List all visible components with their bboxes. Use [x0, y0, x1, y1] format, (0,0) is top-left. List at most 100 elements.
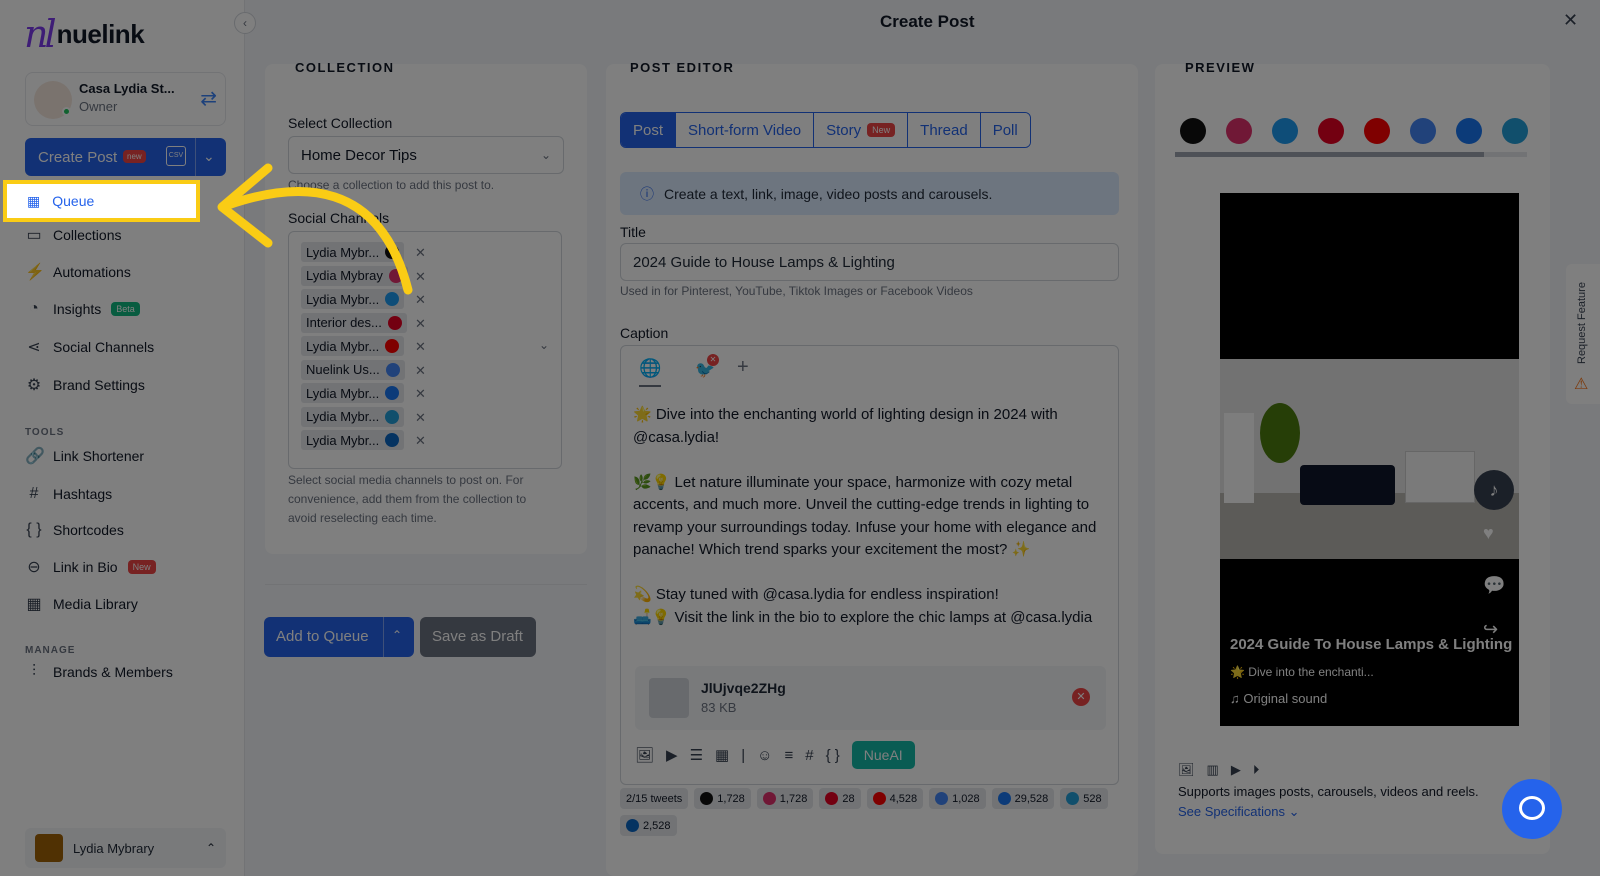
channels-multiselect[interactable]: Lydia Mybr... ✕ Lydia Mybray ✕ Lydia Mybr...…: [288, 231, 562, 469]
document-icon[interactable]: ☰: [690, 746, 703, 764]
sidebar-item-social-channels[interactable]: ⋖ Social Channels: [25, 332, 154, 362]
create-post-button[interactable]: Create Post new CSV ⌄: [25, 138, 226, 176]
platform-icon: [825, 792, 839, 805]
chat-bubble-icon: [1519, 796, 1545, 820]
pie-chart-icon: ◔: [29, 300, 39, 317]
channel-chip-label: Lydia Mybr...: [306, 291, 380, 307]
channel-chip-label: Lydia Mybr...: [306, 409, 380, 424]
gallery-icon[interactable]: ▦: [715, 746, 729, 764]
sidebar: nl nuelink Casa Lydia St... Owner ⇄ Crea…: [0, 0, 245, 876]
manage-section-header: MANAGE: [25, 645, 76, 656]
sidebar-item-collections[interactable]: ▭ Collections: [25, 220, 121, 250]
image-icon[interactable]: 🖼: [635, 746, 654, 764]
info-text: Create a text, link, image, video posts …: [664, 185, 993, 202]
tiktok-avatar-icon: ♪: [1474, 470, 1514, 510]
sliders-icon: ⫶: [31, 663, 36, 680]
pinterest-icon[interactable]: [1318, 118, 1344, 144]
remove-channel-icon[interactable]: ✕: [415, 269, 426, 285]
sidebar-item-link-in-bio[interactable]: ⊖ Link in Bio New: [25, 552, 156, 582]
nuelink-logo[interactable]: nl nuelink: [24, 12, 145, 56]
remove-channel-icon[interactable]: ✕: [415, 339, 426, 355]
facebook-icon[interactable]: [1456, 118, 1482, 144]
char-count-label: 1,728: [779, 792, 808, 805]
youtube-icon[interactable]: [1364, 118, 1390, 144]
sidebar-item-brands-members[interactable]: ⫶ Brands & Members: [25, 657, 173, 687]
channel-chip: Lydia Mybray: [301, 265, 408, 286]
sidebar-item-automations[interactable]: ⚡ Automations: [25, 257, 131, 287]
remove-channel-icon[interactable]: ✕: [415, 433, 426, 449]
scrollbar-thumb[interactable]: [1175, 152, 1484, 157]
remove-channel-icon[interactable]: ✕: [415, 245, 426, 261]
tab-thread[interactable]: Thread: [908, 113, 981, 147]
char-count-label: 2,528: [643, 819, 671, 832]
sidebar-item-shortcodes[interactable]: { } Shortcodes: [25, 515, 123, 545]
tiktok-icon[interactable]: [1180, 118, 1206, 144]
video-icon[interactable]: ▶: [666, 746, 678, 764]
caption-editor[interactable]: 🌐 🐦 ✕ + 🌟 Dive into the enchanting world…: [620, 345, 1119, 785]
tab-label: Poll: [992, 121, 1018, 139]
sidebar-item-link-shortener[interactable]: 🔗 Link Shortener: [25, 441, 144, 471]
account-name: Casa Lydia St...: [79, 81, 175, 96]
remove-channel-icon[interactable]: ✕: [415, 363, 426, 379]
tab-story[interactable]: Story New: [814, 113, 909, 147]
preview-image-door: [1224, 413, 1254, 503]
remove-channel-icon[interactable]: ✕: [415, 410, 426, 426]
add-to-queue-button[interactable]: Add to Queue ⌃: [264, 617, 414, 657]
chevron-down-icon[interactable]: ⌄: [539, 338, 549, 352]
logo-mark: nl: [24, 12, 57, 56]
twitter-icon[interactable]: [1272, 118, 1298, 144]
collapse-sidebar-button[interactable]: ‹: [234, 12, 256, 34]
tab-poll[interactable]: Poll: [980, 113, 1030, 147]
remove-channel-icon[interactable]: ✕: [415, 386, 426, 402]
account-switcher[interactable]: Casa Lydia St... Owner ⇄: [25, 72, 226, 126]
google-business-icon[interactable]: [1410, 118, 1436, 144]
title-input[interactable]: 2024 Guide to House Lamps & Lighting: [620, 243, 1119, 281]
remove-attachment-icon[interactable]: ✕: [1072, 688, 1090, 706]
csv-upload-icon[interactable]: CSV: [166, 146, 186, 166]
remove-channel-icon[interactable]: ✕: [415, 292, 426, 308]
chevron-up-icon[interactable]: ⌃: [392, 628, 402, 642]
sidebar-item-insights[interactable]: ◔ Insights Beta: [25, 294, 140, 324]
calendar-icon: ▦: [27, 192, 41, 209]
chevron-down-icon[interactable]: ⌄: [203, 148, 215, 165]
platform-icon: [997, 792, 1011, 805]
channel-platform-icon: [385, 409, 400, 424]
see-specifications-link[interactable]: See Specifications ⌄: [1178, 804, 1299, 820]
text-align-icon[interactable]: ≡: [784, 747, 793, 764]
telegram-icon[interactable]: [1502, 118, 1528, 144]
caption-toolbar: 🖼 ▶ ☰ ▦ | ☺ ≡ # { } NueAI: [635, 741, 915, 769]
sidebar-item-queue[interactable]: ▦ Queue: [3, 180, 200, 222]
channel-platform-icon: [385, 433, 400, 447]
tab-short-form-video[interactable]: Short-form Video: [676, 113, 815, 147]
hashtag-icon[interactable]: #: [805, 747, 813, 764]
braces-icon[interactable]: { }: [826, 747, 840, 764]
char-count-badge: 28: [819, 788, 861, 809]
instagram-icon[interactable]: [1226, 118, 1252, 144]
emoji-icon[interactable]: ☺: [757, 747, 772, 764]
platform-icon: [762, 792, 776, 805]
collection-select[interactable]: Home Decor Tips ⌄: [288, 136, 564, 174]
caption-text[interactable]: 🌟 Dive into the enchanting world of ligh…: [633, 404, 1111, 629]
link-icon: 🔗: [25, 448, 45, 465]
save-draft-button[interactable]: Save as Draft: [420, 617, 536, 657]
channel-chip-label: Lydia Mybr...: [306, 244, 380, 260]
tab-label: Story: [826, 121, 862, 139]
sidebar-item-hashtags[interactable]: # Hashtags: [25, 479, 113, 509]
close-icon[interactable]: ✕: [1563, 10, 1578, 31]
switch-account-icon[interactable]: ⇄: [200, 86, 217, 111]
remove-channel-icon[interactable]: ✕: [415, 316, 426, 332]
tab-post[interactable]: Post: [621, 113, 677, 147]
preview-platform-tabs: [1180, 118, 1528, 144]
user-menu[interactable]: Lydia Mybrary ⌃: [25, 828, 226, 868]
request-feature-tab[interactable]: Request Feature ⚠: [1566, 264, 1600, 404]
globe-icon[interactable]: 🌐: [639, 358, 662, 387]
sidebar-item-media-library[interactable]: ▦ Media Library: [25, 589, 137, 619]
nueai-button[interactable]: NueAI: [851, 741, 915, 769]
platform-scrollbar[interactable]: [1175, 152, 1527, 157]
divider: |: [741, 746, 746, 764]
add-caption-variant-icon[interactable]: +: [737, 356, 749, 379]
channel-platform-icon: [385, 339, 400, 353]
chat-support-button[interactable]: [1502, 779, 1562, 839]
preview-image-plant: [1260, 403, 1300, 463]
sidebar-item-brand-settings[interactable]: ⚙ Brand Settings: [25, 370, 145, 400]
